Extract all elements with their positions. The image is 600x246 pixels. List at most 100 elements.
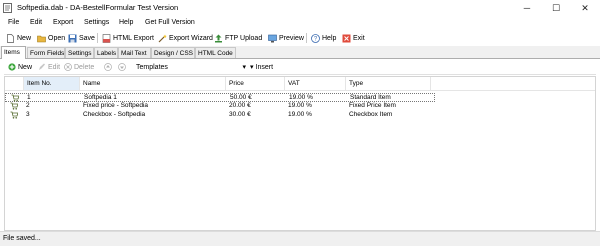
- item-name: Softpedia 1: [84, 94, 117, 101]
- shopping-cart-icon: [11, 94, 19, 102]
- magic-wand-icon: [158, 34, 167, 42]
- insert-chevron-icon: ▾: [250, 64, 254, 71]
- item-price: 50.00 €: [230, 94, 252, 101]
- folder-open-icon: [37, 35, 46, 42]
- open-button-label: Open: [48, 34, 66, 42]
- tab-mail-text[interactable]: Mail Text: [118, 47, 151, 58]
- title-bar: Softpedia.dab - DA-BestellFormular Test …: [0, 0, 600, 17]
- tab-strip: Items Form Fields Settings Labels Mail T…: [0, 46, 600, 59]
- exit-icon: [342, 34, 351, 42]
- item-type: Fixed Price Item: [349, 102, 396, 109]
- menu-export[interactable]: Export: [53, 19, 73, 26]
- move-down-button[interactable]: [118, 62, 126, 72]
- open-button[interactable]: Open: [37, 33, 65, 43]
- insert-dropdown[interactable]: ▾ Insert: [250, 62, 273, 72]
- help-button[interactable]: ? Help: [311, 33, 336, 43]
- new-item-label: New: [18, 63, 33, 71]
- preview-label: Preview: [279, 34, 304, 42]
- items-toolbar: New Edit Delete Templates ▾ ▾ Insert: [4, 60, 596, 75]
- app-document-icon: [3, 3, 12, 13]
- help-icon: ?: [311, 33, 320, 43]
- maximize-button[interactable]: ☐: [542, 0, 570, 17]
- main-toolbar: New Open Save HTML Export Export Wizard …: [0, 30, 600, 46]
- new-button[interactable]: New: [6, 33, 31, 43]
- item-type: Checkbox Item: [349, 111, 393, 118]
- close-button[interactable]: ✕: [571, 0, 599, 17]
- status-text: File saved...: [3, 235, 41, 242]
- menu-bar: File Edit Export Settings Help Get Full …: [0, 17, 600, 30]
- html-export-button[interactable]: HTML Export: [102, 33, 154, 43]
- item-vat: 19.00 %: [289, 94, 313, 101]
- insert-label: Insert: [255, 63, 274, 71]
- new-item-button[interactable]: New: [8, 62, 32, 72]
- shopping-cart-icon: [10, 102, 18, 110]
- tab-settings[interactable]: Settings: [65, 47, 94, 58]
- export-wizard-button[interactable]: Export Wizard: [158, 33, 213, 43]
- item-price: 30.00 €: [229, 111, 251, 118]
- arrow-up-icon: [104, 63, 112, 71]
- tab-labels[interactable]: Labels: [94, 47, 118, 58]
- toolbar-separator: [306, 33, 307, 43]
- column-header-type[interactable]: Type: [346, 77, 431, 90]
- help-label: Help: [322, 34, 337, 42]
- column-header-vat[interactable]: VAT: [285, 77, 346, 90]
- ftp-upload-label: FTP Upload: [225, 34, 263, 42]
- item-vat: 19.00 %: [288, 102, 312, 109]
- table-header: Item No. Name Price VAT Type: [5, 77, 595, 91]
- minimize-button[interactable]: ─: [513, 0, 541, 17]
- floppy-disk-icon: [68, 34, 77, 42]
- column-header-price[interactable]: Price: [226, 77, 285, 90]
- preview-button[interactable]: Preview: [268, 33, 304, 43]
- templates-label: Templates: [136, 63, 168, 71]
- tab-design-css[interactable]: Design / CSS: [151, 47, 195, 58]
- pencil-icon: [39, 63, 45, 70]
- move-up-button[interactable]: [104, 62, 112, 72]
- menu-get-full-version[interactable]: Get Full Version: [145, 19, 195, 26]
- delete-item-button[interactable]: Delete: [64, 62, 94, 72]
- table-row[interactable]: 2 Fixed price - Softpedia 20.00 € 19.00 …: [5, 102, 435, 110]
- html-file-icon: [102, 33, 111, 43]
- item-name: Fixed price - Softpedia: [83, 102, 149, 109]
- exit-button[interactable]: Exit: [342, 33, 365, 43]
- table-row[interactable]: 1 Softpedia 1 50.00 € 19.00 % Standard I…: [5, 93, 435, 102]
- table-row[interactable]: 3 Checkbox - Softpedia 30.00 € 19.00 % C…: [5, 111, 435, 119]
- item-name: Checkbox - Softpedia: [83, 111, 146, 118]
- menu-file[interactable]: File: [8, 19, 19, 26]
- delete-item-label: Delete: [74, 63, 95, 71]
- save-button[interactable]: Save: [68, 33, 95, 43]
- monitor-icon: [268, 34, 277, 42]
- exit-label: Exit: [353, 34, 365, 42]
- menu-edit[interactable]: Edit: [30, 19, 42, 26]
- save-button-label: Save: [79, 34, 95, 42]
- delete-icon: [64, 63, 72, 71]
- item-no: 1: [27, 94, 31, 101]
- html-export-label: HTML Export: [113, 34, 154, 42]
- menu-settings[interactable]: Settings: [84, 19, 109, 26]
- tab-html-code[interactable]: HTML Code: [195, 47, 236, 58]
- templates-dropdown[interactable]: Templates ▾: [136, 62, 246, 72]
- export-wizard-label: Export Wizard: [169, 34, 213, 42]
- arrow-down-icon: [118, 63, 126, 71]
- menu-help[interactable]: Help: [119, 19, 133, 26]
- items-table: Item No. Name Price VAT Type 1 Softpedia…: [4, 76, 596, 231]
- column-header-icon[interactable]: [5, 77, 24, 90]
- add-icon: [8, 63, 16, 71]
- new-document-icon: [7, 33, 14, 43]
- new-button-label: New: [17, 34, 32, 42]
- tab-items[interactable]: Items: [1, 46, 26, 59]
- item-price: 20.00 €: [229, 102, 251, 109]
- edit-item-button[interactable]: Edit: [38, 62, 60, 72]
- shopping-cart-icon: [10, 111, 18, 119]
- tab-form-fields[interactable]: Form Fields: [27, 47, 65, 58]
- column-header-item-no[interactable]: Item No.: [24, 77, 80, 90]
- upload-icon: [215, 34, 222, 42]
- chevron-down-icon: ▾: [242, 64, 246, 71]
- edit-item-label: Edit: [48, 63, 61, 71]
- ftp-upload-button[interactable]: FTP Upload: [214, 33, 262, 43]
- toolbar-separator: [97, 33, 98, 43]
- column-header-name[interactable]: Name: [80, 77, 226, 90]
- item-no: 2: [26, 102, 30, 109]
- window-title: Softpedia.dab - DA-BestellFormular Test …: [17, 3, 179, 12]
- item-type: Standard Item: [350, 94, 391, 101]
- item-vat: 19.00 %: [288, 111, 312, 118]
